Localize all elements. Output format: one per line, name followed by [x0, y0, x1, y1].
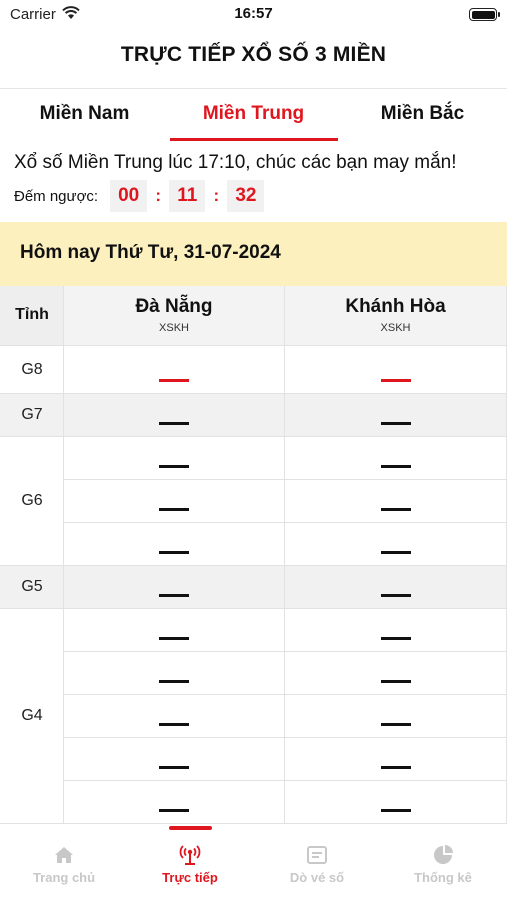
result-cell-g7-da-nang: [64, 394, 285, 437]
tabbar-label: Dò vé số: [289, 870, 345, 885]
tab-mien-trung[interactable]: Miền Trung: [169, 89, 338, 141]
result-cell-g4-khanh-hoa: [285, 781, 507, 824]
pending-result-placeholder: [380, 508, 411, 511]
result-cell-g4-da-nang: [64, 738, 285, 781]
pending-result-placeholder: [159, 379, 189, 382]
pending-result-placeholder: [380, 379, 411, 382]
pending-result-placeholder: [159, 465, 189, 468]
result-cell-g4-khanh-hoa: [285, 652, 507, 695]
pending-result-placeholder: [380, 680, 411, 683]
active-tab-bar-indicator: [169, 826, 212, 830]
result-cell-g5-da-nang: [64, 566, 285, 609]
pending-result-placeholder: [159, 723, 189, 726]
tabbar-label: Thống kê: [414, 870, 472, 885]
province-header-da-nang[interactable]: Đà Nẵng XSKH: [64, 286, 285, 346]
result-cell-g4-khanh-hoa: [285, 695, 507, 738]
tab-mien-bac[interactable]: Miền Bắc: [338, 89, 507, 141]
date-text: Hôm nay Thứ Tư, 31-07-2024: [20, 242, 281, 263]
prize-label-g4: G4: [0, 609, 64, 824]
pending-result-placeholder: [159, 766, 189, 769]
result-cell-g4-khanh-hoa: [285, 609, 507, 652]
battery-icon: [469, 8, 500, 21]
pending-result-placeholder: [380, 766, 411, 769]
prize-label-text: G8: [21, 360, 43, 378]
province-name: Đà Nẵng: [135, 296, 213, 317]
status-bar: Carrier 16:57: [0, 0, 507, 28]
tabbar-statistics[interactable]: Thống kê: [380, 844, 506, 885]
pending-result-placeholder: [380, 637, 411, 640]
home-icon: [55, 847, 73, 863]
province-name: Khánh Hòa: [345, 296, 446, 317]
pending-result-placeholder: [380, 723, 411, 726]
tabbar-label: Trang chủ: [32, 870, 96, 885]
prize-label-text: G7: [21, 406, 43, 423]
pending-result-placeholder: [380, 465, 411, 468]
countdown-seconds: 32: [227, 180, 265, 212]
prize-label-text: G6: [21, 492, 43, 509]
prize-label-text: G5: [21, 578, 43, 595]
live-broadcast-icon: [179, 845, 201, 865]
pending-result-placeholder: [159, 594, 189, 597]
prize-label-g6: G6: [0, 437, 64, 566]
province-code: XSKH: [380, 322, 411, 334]
countdown-minutes: 11: [169, 180, 206, 212]
countdown-label: Đếm ngược:: [14, 187, 99, 205]
pending-result-placeholder: [159, 551, 189, 554]
region-tabs: Miền Nam Miền Trung Miền Bắc: [0, 88, 507, 140]
result-cell-g5-khanh-hoa: [285, 566, 507, 609]
result-cell-g8-khanh-hoa: [285, 346, 507, 394]
tab-mien-nam[interactable]: Miền Nam: [0, 89, 169, 141]
pending-result-placeholder: [159, 637, 189, 640]
province-code: XSKH: [159, 322, 189, 334]
result-cell-g4-khanh-hoa: [285, 738, 507, 781]
pending-result-placeholder: [380, 594, 411, 597]
pending-result-placeholder: [380, 551, 411, 554]
result-cell-g6-khanh-hoa: [285, 523, 507, 566]
draw-info-text: Xổ số Miền Trung lúc 17:10, chúc các bạn…: [14, 152, 457, 173]
tabbar-ticket-check[interactable]: Dò vé số: [254, 844, 380, 885]
tabbar-home[interactable]: Trang chủ: [1, 844, 127, 885]
result-cell-g6-khanh-hoa: [285, 480, 507, 523]
result-cell-g4-da-nang: [64, 609, 285, 652]
tabbar-label: Trực tiếp: [162, 870, 218, 885]
tabbar-live[interactable]: Trực tiếp: [127, 844, 253, 885]
result-cell-g4-da-nang: [64, 695, 285, 738]
province-header-khanh-hoa[interactable]: Khánh Hòa XSKH: [285, 286, 507, 346]
countdown-hours: 00: [110, 180, 148, 212]
result-cell-g7-khanh-hoa: [285, 394, 507, 437]
pending-result-placeholder: [380, 809, 411, 812]
prize-label-g5: G5: [0, 566, 64, 609]
result-cell-g6-da-nang: [64, 437, 285, 480]
page-title: TRỰC TIẾP XỔ SỐ 3 MIỀN: [120, 43, 387, 66]
result-cell-g4-da-nang: [64, 652, 285, 695]
pending-result-placeholder: [159, 680, 189, 683]
province-column-header: Tỉnh: [0, 286, 64, 346]
prize-label-g8: G8: [0, 346, 64, 394]
countdown: Đếm ngược: 00 : 11 : 32: [14, 180, 265, 212]
pending-result-placeholder: [380, 422, 411, 425]
results-table: Tỉnh Đà Nẵng XSKH Khánh Hòa XSKH G8 G7 G6 G…: [0, 286, 507, 826]
pending-result-placeholder: [159, 809, 189, 812]
prize-label-g7: G7: [0, 394, 64, 437]
pending-result-placeholder: [159, 508, 189, 511]
result-cell-g6-da-nang: [64, 480, 285, 523]
result-cell-g8-da-nang: [64, 346, 285, 394]
active-tab-indicator: [170, 138, 338, 141]
pie-chart-icon: [434, 845, 453, 864]
result-cell-g6-khanh-hoa: [285, 437, 507, 480]
result-cell-g6-da-nang: [64, 523, 285, 566]
pending-result-placeholder: [159, 422, 189, 425]
bottom-tab-bar: Trang chủ Trực tiếp Dò vé số Thống kê: [0, 826, 507, 900]
prize-label-text: G4: [21, 707, 43, 724]
ticket-check-icon: [307, 846, 327, 864]
province-header-label: Tỉnh: [15, 306, 49, 323]
result-cell-g4-da-nang: [64, 781, 285, 824]
countdown-separator: :: [155, 186, 162, 205]
countdown-separator: :: [213, 186, 220, 205]
clock: 16:57: [234, 5, 273, 22]
date-banner: Hôm nay Thứ Tư, 31-07-2024: [0, 222, 507, 286]
